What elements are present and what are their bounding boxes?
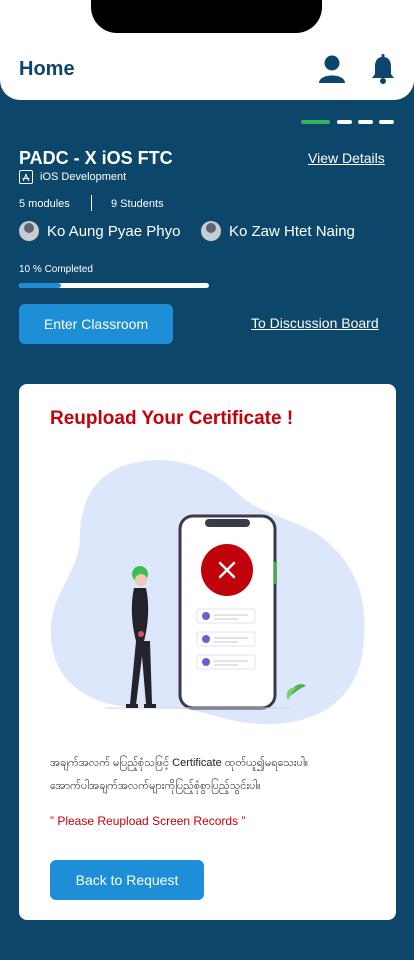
stats-divider: [91, 195, 92, 211]
progress-label: 10 % Completed: [19, 264, 93, 275]
progress-bar: [19, 283, 209, 288]
phone-error-illustration: [50, 459, 365, 725]
carousel-dot[interactable]: [337, 120, 352, 124]
modules-count: 5 modules: [19, 198, 70, 210]
app-header: Home: [0, 0, 414, 100]
app-store-icon: [19, 170, 33, 184]
teacher-avatar: [19, 221, 39, 241]
discussion-board-link[interactable]: To Discussion Board: [251, 315, 379, 331]
carousel-dot-active[interactable]: [301, 120, 330, 124]
teacher-name: Ko Aung Pyae Phyo: [47, 223, 181, 240]
course-category: iOS Development: [40, 171, 127, 183]
user-icon[interactable]: [318, 54, 346, 84]
progress-fill: [19, 283, 61, 288]
carousel-dot[interactable]: [379, 120, 394, 124]
card-message-line: အချက်အလက် မပြည့်စုံသဖြင့် Certificate ထု…: [50, 757, 309, 769]
card-message: အချက်အလက် မပြည့်စုံသဖြင့် Certificate ထု…: [50, 752, 370, 798]
teacher-avatar: [201, 221, 221, 241]
teacher-name: Ko Zaw Htet Naing: [229, 223, 355, 240]
view-details-link[interactable]: View Details: [308, 150, 385, 166]
enter-classroom-button[interactable]: Enter Classroom: [19, 304, 173, 344]
card-message-line: အောက်ပါအချက်အလက်များကိုပြည့်စုံစွာပြည့်သ…: [50, 780, 261, 792]
bell-icon[interactable]: [370, 54, 396, 84]
course-title: PADC - X iOS FTC: [19, 148, 173, 168]
carousel-dot[interactable]: [358, 120, 373, 124]
students-count: 9 Students: [111, 198, 164, 210]
reupload-note: ” Please Reupload Screen Records ”: [50, 814, 246, 828]
device-notch: [91, 0, 322, 33]
back-to-request-button[interactable]: Back to Request: [50, 860, 204, 900]
card-title: Reupload Your Certificate !: [50, 408, 294, 429]
reupload-card: Reupload Your Certificate ! အချက်အလက် မပ…: [19, 384, 396, 920]
page-title: Home: [19, 58, 75, 80]
